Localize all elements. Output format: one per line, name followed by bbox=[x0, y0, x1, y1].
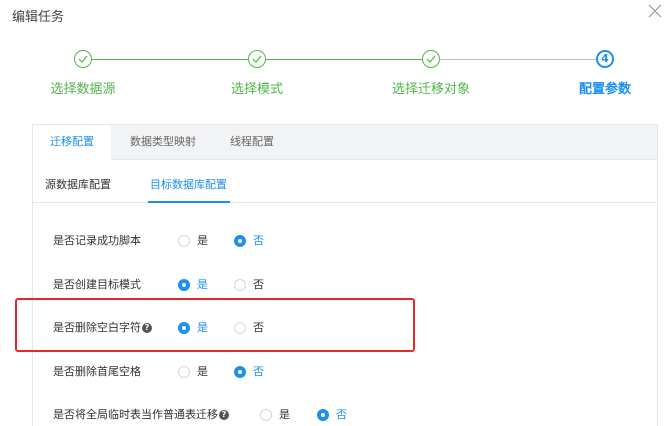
radio-circle bbox=[317, 409, 329, 421]
tab-migration-config[interactable]: 迁移配置 bbox=[33, 125, 111, 160]
radio-circle bbox=[178, 279, 190, 291]
subtab-source-db-config[interactable]: 源数据库配置 bbox=[45, 176, 111, 192]
radio-circle bbox=[178, 235, 190, 247]
radio-yes-label: 是 bbox=[197, 234, 208, 247]
option-label: 是否记录成功脚本 bbox=[53, 234, 141, 247]
radio-yes-label: 是 bbox=[279, 408, 290, 421]
step-3-check-icon bbox=[422, 50, 440, 68]
step-connector bbox=[266, 59, 422, 60]
radio-circle bbox=[260, 409, 272, 421]
radio-circle bbox=[178, 366, 190, 378]
option-label: 是否将全局临时表当作普通表迁移? bbox=[53, 405, 229, 425]
tab-bar: 迁移配置 数据类型映射 线程配置 bbox=[33, 125, 657, 160]
step-connector bbox=[440, 59, 596, 60]
radio-circle bbox=[234, 279, 246, 291]
radio-no-label: 否 bbox=[253, 321, 264, 334]
subtab-target-db-config[interactable]: 目标数据库配置 bbox=[150, 176, 227, 192]
option-row-global-temp-table: 是否将全局临时表当作普通表迁移? 是 否 bbox=[53, 405, 453, 425]
step-2-label: 选择模式 bbox=[230, 82, 284, 97]
close-icon[interactable] bbox=[646, 2, 664, 20]
option-label: 是否创建目标模式 bbox=[53, 278, 141, 291]
radio-yes-label: 是 bbox=[197, 365, 208, 378]
question-circle-icon[interactable]: ? bbox=[142, 323, 152, 333]
option-label: 是否删除空白字符? bbox=[53, 318, 152, 338]
option-row-remove-whitespace: 是否删除空白字符? 是 否 bbox=[53, 318, 453, 338]
step-1-label: 选择数据源 bbox=[50, 82, 116, 97]
step-4-label: 配置参数 bbox=[578, 82, 632, 97]
progress-stepper: 选择数据源 选择模式 选择迁移对象 4 配置参数 bbox=[0, 46, 670, 106]
radio-circle bbox=[234, 366, 246, 378]
option-label-text: 是否删除空白字符 bbox=[53, 321, 141, 334]
radio-circle bbox=[234, 322, 246, 334]
radio-no-label: 否 bbox=[336, 408, 347, 421]
edit-task-dialog: 编辑任务 选择数据源 选择模式 选择迁移对象 4 配置参数 迁移配置 数据类型映… bbox=[0, 0, 670, 426]
option-label-text: 是否将全局临时表当作普通表迁移 bbox=[53, 408, 218, 421]
option-row-trim-spaces: 是否删除首尾空格 是 否 bbox=[53, 362, 453, 382]
radio-no-label: 否 bbox=[253, 234, 264, 247]
step-3-label: 选择迁移对象 bbox=[391, 82, 471, 97]
step-4-number: 4 bbox=[596, 50, 614, 68]
option-row-create-target-schema: 是否创建目标模式 是 否 bbox=[53, 275, 453, 295]
subtab-bar: 源数据库配置 目标数据库配置 bbox=[33, 160, 657, 203]
dialog-title: 编辑任务 bbox=[12, 10, 65, 25]
option-label: 是否删除首尾空格 bbox=[53, 365, 141, 378]
tab-data-type-mapping[interactable]: 数据类型映射 bbox=[117, 125, 209, 159]
question-circle-icon[interactable]: ? bbox=[219, 410, 229, 420]
radio-no-label: 否 bbox=[253, 365, 264, 378]
radio-circle bbox=[178, 322, 190, 334]
radio-circle bbox=[234, 235, 246, 247]
radio-yes-label: 是 bbox=[197, 278, 208, 291]
step-2-check-icon bbox=[248, 50, 266, 68]
option-row-record-success-script: 是否记录成功脚本 是 否 bbox=[53, 231, 453, 251]
subtab-active-indicator bbox=[148, 201, 230, 203]
radio-yes-label: 是 bbox=[197, 321, 208, 334]
step-1-check-icon bbox=[74, 50, 92, 68]
tab-thread-config[interactable]: 线程配置 bbox=[219, 125, 285, 159]
step-connector bbox=[92, 59, 248, 60]
radio-no-label: 否 bbox=[253, 278, 264, 291]
